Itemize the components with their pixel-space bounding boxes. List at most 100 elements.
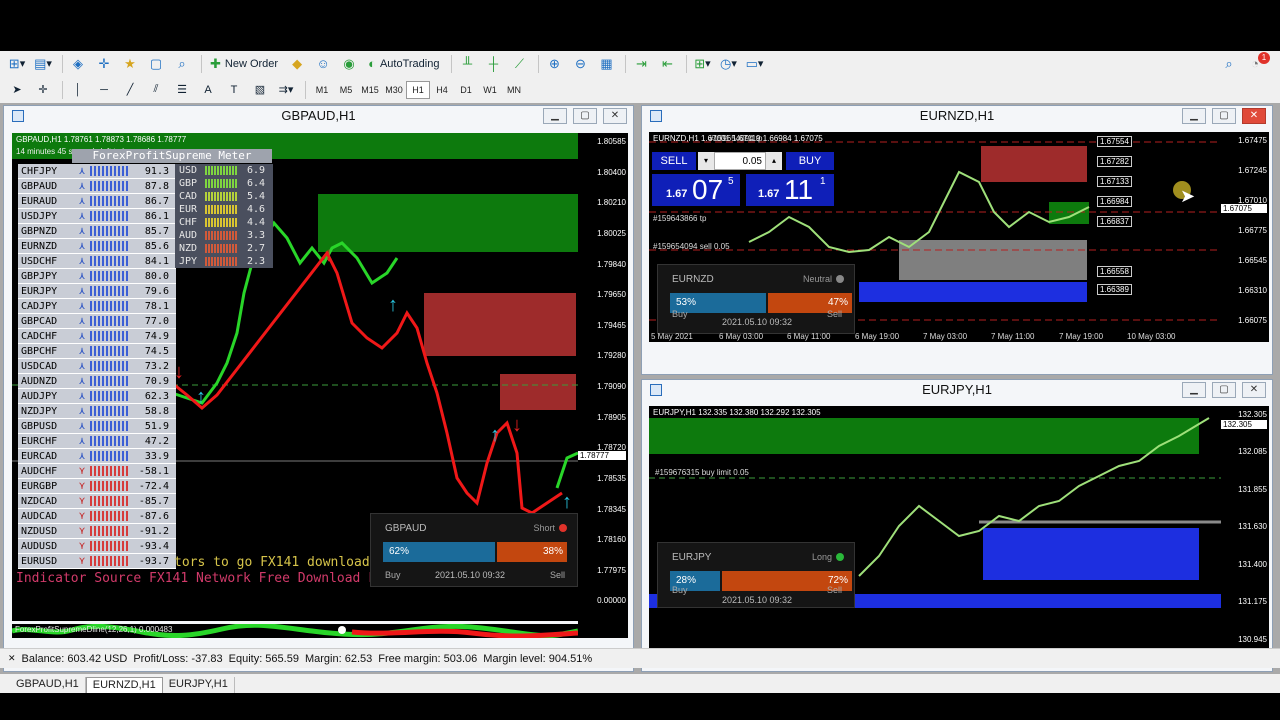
- gann-tool[interactable]: ▧: [249, 80, 271, 100]
- lot-size-input[interactable]: [714, 152, 766, 170]
- timeframe-m15[interactable]: M15: [358, 81, 382, 99]
- channel-tool[interactable]: ⫽: [145, 80, 167, 100]
- eurjpy-sentiment-panel: EURJPY Long 28% 72% Buy 2021.05.10 09:32…: [657, 542, 855, 608]
- up-arrow-icon: ⋏: [78, 345, 86, 357]
- axis-tick-label: 1.79280: [597, 351, 626, 361]
- axis-tick-label: 1.66545: [1238, 256, 1267, 265]
- sell-button[interactable]: SELL: [652, 152, 696, 170]
- timeframe-m5[interactable]: M5: [334, 81, 358, 99]
- order-label-tp: #159643866 tp: [653, 214, 707, 223]
- eurjpy-chart-window: EURJPY,H1 ▁ ▢ ✕ EURJPY,H1 132.335 132.38…: [641, 379, 1273, 672]
- window-titlebar[interactable]: GBPAUD,H1 ▁ ▢ ✕: [4, 106, 633, 126]
- meter-symbol: EURAUD: [21, 195, 58, 207]
- label-tool[interactable]: T: [223, 80, 245, 100]
- timeframe-d1[interactable]: D1: [454, 81, 478, 99]
- down-arrow-icon: ⋎: [78, 510, 86, 522]
- zoom-out-button[interactable]: ⊖: [569, 54, 591, 74]
- lot-increase-button[interactable]: ▴: [766, 152, 782, 170]
- window-titlebar[interactable]: EURNZD,H1 ▁ ▢ ✕: [642, 106, 1272, 126]
- strength-bars: [90, 466, 130, 476]
- close-button[interactable]: ✕: [1242, 382, 1266, 398]
- horizontal-line-tool[interactable]: ─: [93, 80, 115, 100]
- close-button[interactable]: ✕: [1242, 108, 1266, 124]
- zoom-in-button[interactable]: ⊕: [543, 54, 565, 74]
- tab-eurjpy[interactable]: EURJPY,H1: [163, 677, 235, 693]
- window-titlebar[interactable]: EURJPY,H1 ▁ ▢ ✕: [642, 380, 1272, 400]
- crosshair-tool[interactable]: ✛: [32, 80, 54, 100]
- tab-gbpaud[interactable]: GBPAUD,H1: [10, 677, 86, 693]
- tile-windows-button[interactable]: ▦: [595, 54, 617, 74]
- chart-shift-button[interactable]: ⇤: [656, 54, 678, 74]
- shapes-tool[interactable]: ⇉ ▾: [275, 80, 297, 100]
- equity: Equity: 565.59: [228, 652, 299, 665]
- collapse-icon[interactable]: ✕: [8, 653, 16, 664]
- fibo-tool[interactable]: ☰: [171, 80, 193, 100]
- timeframe-w1[interactable]: W1: [478, 81, 502, 99]
- up-arrow-icon: ⋏: [78, 210, 86, 222]
- bid-quote[interactable]: 1.67 07 5: [652, 174, 740, 206]
- meter-value: 85.6: [144, 240, 169, 252]
- line-chart-button[interactable]: ⟋: [508, 54, 530, 74]
- maximize-button[interactable]: ▢: [1212, 108, 1236, 124]
- eurjpy-price-plot[interactable]: EURJPY,H1 132.335 132.380 132.292 132.30…: [649, 406, 1221, 668]
- autoscroll-button[interactable]: ⇥: [630, 54, 652, 74]
- indicator-text-1: tors to go FX141 download: [174, 555, 370, 570]
- trendline-tool[interactable]: ╱: [119, 80, 141, 100]
- terminal-button[interactable]: ▢: [145, 54, 167, 74]
- experts-button[interactable]: ☺: [312, 54, 334, 74]
- minimize-button[interactable]: ▁: [1182, 382, 1206, 398]
- timeframe-m1[interactable]: M1: [310, 81, 334, 99]
- neutral-zone: [899, 240, 1087, 280]
- lot-decrease-button[interactable]: ▾: [698, 152, 714, 170]
- timeframe-h1[interactable]: H1: [406, 80, 430, 99]
- maximize-button[interactable]: ▢: [573, 108, 597, 124]
- profit-loss: Profit/Loss: -37.83: [133, 652, 223, 665]
- timeframe-h4[interactable]: H4: [430, 81, 454, 99]
- indicators-icon: ⊞: [694, 55, 706, 71]
- chart-tabs: GBPAUD,H1 EURNZD,H1 EURJPY,H1: [0, 674, 1280, 693]
- signal-dot-icon: [836, 553, 844, 561]
- axis-tick-label: 1.78160: [597, 535, 626, 545]
- metaeditor-button[interactable]: ◆: [286, 54, 308, 74]
- templates-button[interactable]: ▭ ▾: [743, 54, 765, 74]
- currency-row: JPY 2.3: [175, 255, 273, 268]
- tile-icon: ▦: [600, 55, 613, 71]
- autotrading-button[interactable]: ◐ AutoTrading: [364, 54, 443, 74]
- meter-value: -58.1: [138, 465, 169, 477]
- timeframe-m30[interactable]: M30: [382, 81, 406, 99]
- meter-value: 85.7: [144, 225, 169, 237]
- market-watch-button[interactable]: ◈: [67, 54, 89, 74]
- maximize-button[interactable]: ▢: [1212, 382, 1236, 398]
- strategy-tester-button[interactable]: ⌕: [171, 54, 193, 74]
- meter-row: EURAUD ⋏ 86.7: [18, 194, 176, 209]
- gbpaud-price-plot[interactable]: ↓ ↑ ↓ ↑ ↑ ↓ ↑ GBPAUD,H1 1.78761 1.78873 …: [12, 133, 578, 621]
- chart-ohlc: EURJPY,H1 132.335 132.380 132.292 132.30…: [653, 408, 821, 417]
- separator: [538, 54, 540, 73]
- timeframe-mn[interactable]: MN: [502, 81, 526, 99]
- notifications-button[interactable]: ◔ 1: [1244, 51, 1270, 74]
- autotrading-label: AutoTrading: [379, 57, 440, 70]
- minimize-button[interactable]: ▁: [1182, 108, 1206, 124]
- buy-button[interactable]: BUY: [786, 152, 834, 170]
- order-level-tag: 1.66389: [1097, 284, 1132, 295]
- minimize-button[interactable]: ▁: [543, 108, 567, 124]
- profiles-button[interactable]: ▤ ▾: [32, 54, 54, 74]
- indicators-button[interactable]: ⊞ ▾: [691, 54, 713, 74]
- axis-tick-label: 131.630: [1238, 522, 1267, 532]
- vertical-line-tool[interactable]: │: [67, 80, 89, 100]
- signals-button[interactable]: ◉: [338, 54, 360, 74]
- candlestick-button[interactable]: ┼: [482, 54, 504, 74]
- close-button[interactable]: ✕: [603, 108, 627, 124]
- ask-quote[interactable]: 1.67 11 1: [746, 174, 834, 206]
- periods-button[interactable]: ◷ ▾: [717, 54, 739, 74]
- data-window-button[interactable]: ✛: [93, 54, 115, 74]
- text-tool[interactable]: A: [197, 80, 219, 100]
- new-order-button[interactable]: ✚ New Order: [206, 54, 282, 74]
- search-button[interactable]: ⌕: [1218, 54, 1240, 74]
- new-chart-button[interactable]: ⊞ ▾: [6, 54, 28, 74]
- navigator-button[interactable]: ★: [119, 54, 141, 74]
- panel-signal-label: Long: [811, 552, 832, 562]
- tab-eurnzd[interactable]: EURNZD,H1: [85, 677, 163, 693]
- cursor-tool[interactable]: ➤: [6, 80, 28, 100]
- bar-chart-button[interactable]: ╨: [456, 54, 478, 74]
